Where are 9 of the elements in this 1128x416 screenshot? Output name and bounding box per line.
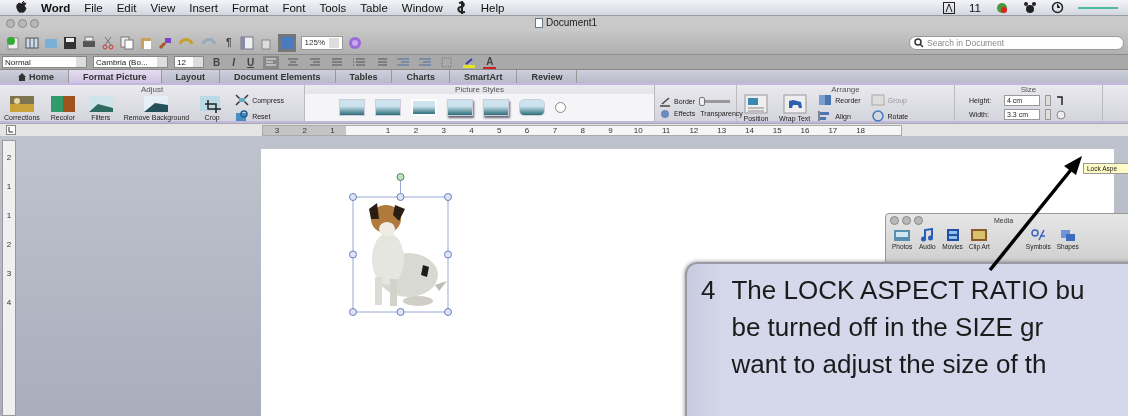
group-title: Adjust — [139, 85, 165, 94]
group-title: Size — [1019, 85, 1038, 94]
callout-text: be turned off in the SIZE gr — [731, 311, 1045, 344]
callout-text: want to adjust the size of th — [731, 348, 1048, 381]
group-title: Arrange — [830, 85, 861, 94]
step-number: 4 — [701, 274, 716, 307]
window-title: Document1 — [546, 17, 598, 28]
callout-text: The LOCK ASPECT RATIO bu — [731, 274, 1085, 307]
group-title: Picture Styles — [454, 85, 505, 94]
